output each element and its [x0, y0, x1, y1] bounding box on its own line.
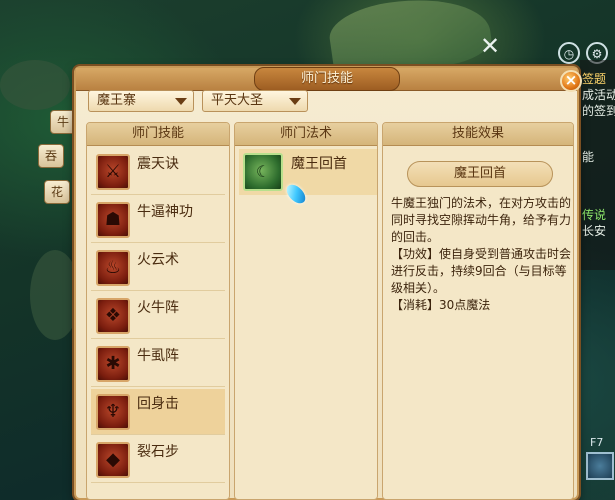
spells-header: 师门法术 [235, 123, 377, 146]
skill-row[interactable]: ☗ 牛逼神功 [91, 197, 225, 243]
hud-text: 长安 [582, 224, 607, 238]
hud-text: 的签到 [582, 104, 615, 118]
side-tab[interactable]: 吞 [38, 144, 65, 168]
chevron-down-icon [289, 98, 301, 105]
skill-row[interactable]: ❖ 火牛阵 [91, 293, 225, 339]
effect-cost-text: 【消耗】30点魔法 [391, 298, 491, 312]
skill-row[interactable]: ⚔ 震天诀 [91, 149, 225, 195]
skill-label: 回身击 [137, 396, 179, 412]
skill-label: 火牛阵 [137, 300, 179, 316]
skill-row[interactable]: ◆ 裂石步 [91, 437, 225, 483]
subsect-dropdown-value: 平天大圣 [211, 93, 264, 108]
close-button[interactable]: × [560, 70, 582, 92]
hotkey-label: F7 [590, 436, 604, 449]
horned-mask-icon: ♆ [96, 394, 130, 430]
skill-label: 牛逼神功 [137, 204, 193, 220]
bull-horn-icon: ☾ [243, 153, 283, 191]
side-tab[interactable]: 花 [44, 180, 71, 204]
subsect-dropdown[interactable]: 平天大圣 [202, 90, 308, 112]
spell-label: 魔王回首 [291, 156, 347, 172]
sect-dropdown-value: 魔王寨 [97, 93, 137, 108]
thunder-claw-icon: ⚔ [96, 154, 130, 190]
effect-name: 魔王回首 [407, 161, 553, 187]
skills-header: 师门技能 [87, 123, 229, 146]
spells-column: 师门法术 ☾ 魔王回首 [234, 122, 378, 500]
sect-skills-panel: 师门技能 × 魔王寨 平天大圣 师门技能 ⚔ 震天诀 ☗ 牛逼神功 ♨ 火云术 … [74, 66, 582, 500]
side-tab[interactable]: 牛 [50, 110, 77, 134]
effect-description-text: 牛魔王独门的法术，在对方攻击的同时寻找空隙挥动牛角，给予有力的回击。 [391, 196, 572, 244]
hud-text: 成活动 [582, 88, 615, 102]
skill-row-selected[interactable]: ♆ 回身击 [91, 389, 225, 435]
fire-cloud-icon: ♨ [96, 250, 130, 286]
hud-text: 传说 [582, 208, 607, 222]
effect-header: 技能效果 [383, 123, 573, 146]
background-rock [0, 60, 70, 110]
background-rock [30, 250, 80, 340]
hud-text: 签题 [582, 72, 607, 86]
spell-row[interactable]: ☾ 魔王回首 [239, 149, 377, 195]
effect-column: 技能效果 魔王回首 牛魔王独门的法术，在对方攻击的同时寻找空隙挥动牛角，给予有力… [382, 122, 574, 500]
effect-function-text: 【功效】使自身受到普通攻击时会进行反击，持续9回合（与目标等级相关）。 [391, 247, 572, 295]
skill-label: 裂石步 [137, 444, 179, 460]
sect-dropdown[interactable]: 魔王寨 [88, 90, 194, 112]
skill-row[interactable]: ♨ 火云术 [91, 245, 225, 291]
chevron-down-icon [175, 98, 187, 105]
skill-row[interactable]: ✱ 牛虱阵 [91, 341, 225, 387]
demon-mask-icon: ☗ [96, 202, 130, 238]
clock-icon[interactable]: ◷ [558, 42, 580, 64]
skill-label: 震天诀 [137, 156, 179, 172]
effect-description: 牛魔王独门的法术，在对方攻击的同时寻找空隙挥动牛角，给予有力的回击。 【功效】使… [391, 195, 571, 314]
hud-close-icon[interactable]: ✕ [480, 34, 500, 58]
hud-text: 能 [582, 150, 595, 164]
skill-label: 火云术 [137, 252, 179, 268]
bug-swarm-icon: ✱ [96, 346, 130, 382]
stone-step-icon: ◆ [96, 442, 130, 478]
skill-label: 牛虱阵 [137, 348, 179, 364]
window-title: 师门技能 [254, 67, 400, 91]
skills-column: 师门技能 ⚔ 震天诀 ☗ 牛逼神功 ♨ 火云术 ❖ 火牛阵 ✱ 牛虱阵 ♆ 回身… [86, 122, 230, 500]
hotkey-slot[interactable] [586, 452, 614, 480]
fire-bull-icon: ❖ [96, 298, 130, 334]
